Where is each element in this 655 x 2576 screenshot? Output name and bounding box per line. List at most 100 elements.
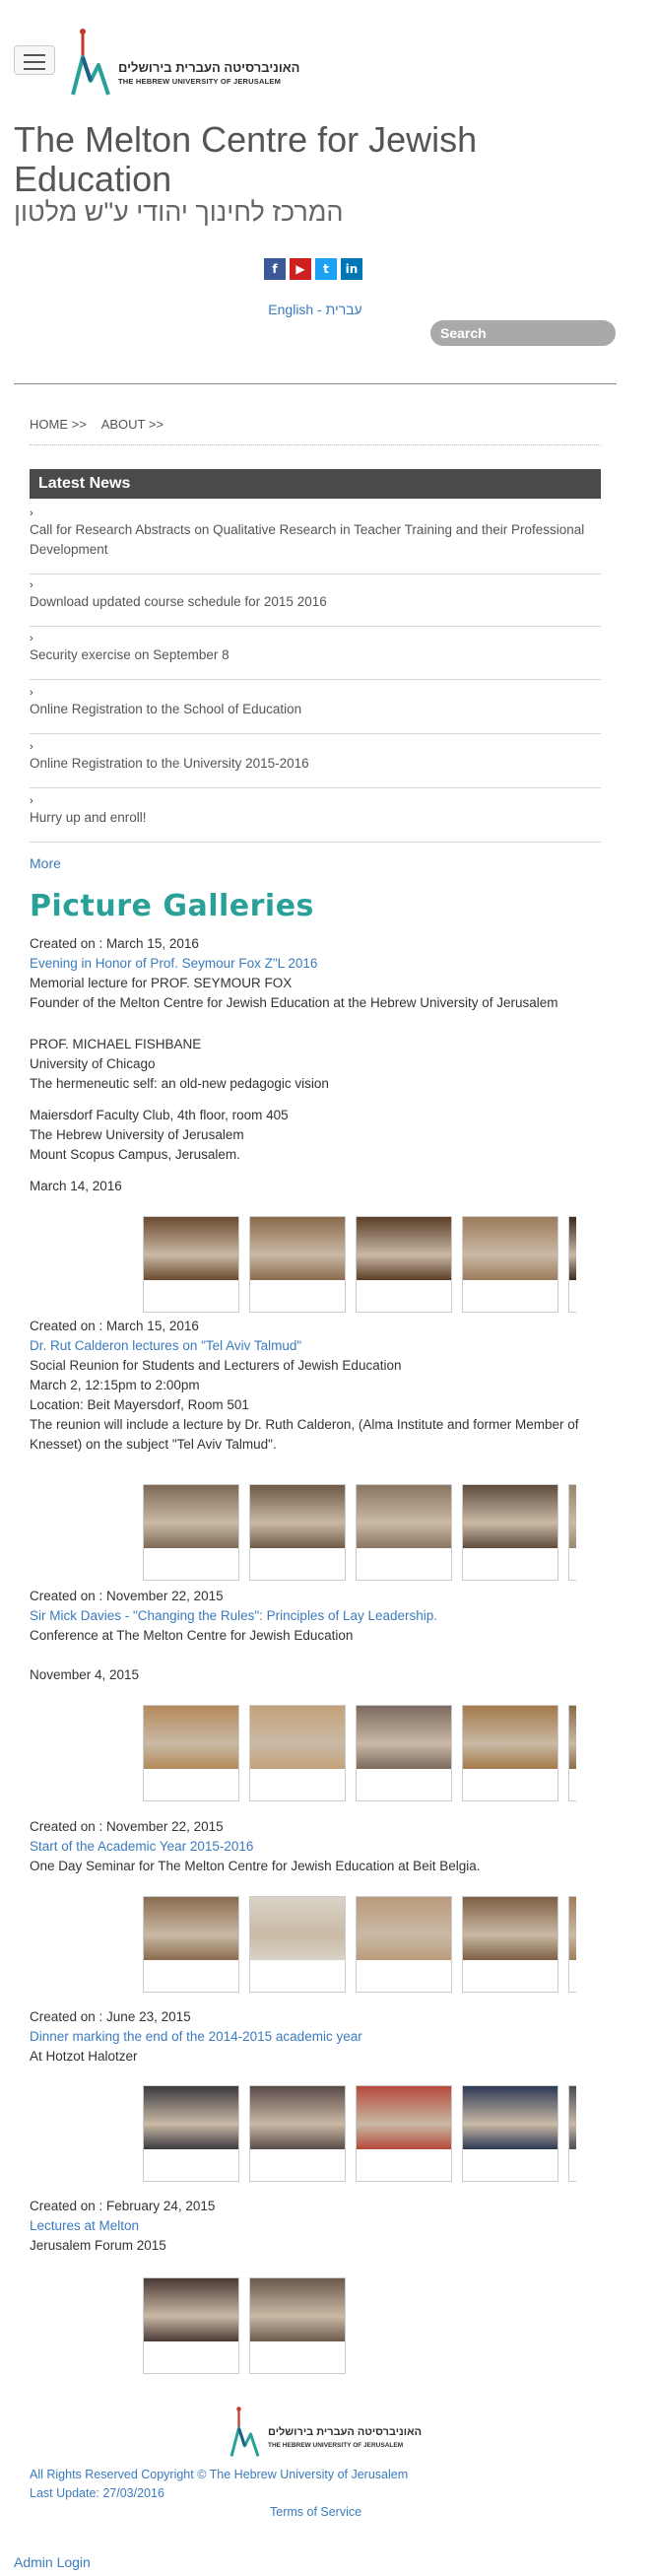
university-emblem-icon [71,29,110,96]
gallery-thumbnail[interactable] [143,1896,239,1993]
chevron-right-icon: › [30,633,33,644]
photo-image [357,2086,451,2149]
gallery-description-line: The reunion will include a lecture by Dr… [30,1417,579,1452]
gallery-created-date: Created on : November 22, 2015 [30,1819,224,1834]
breadcrumb-home[interactable]: HOME >> [30,417,87,432]
page-title: The Melton Centre for Jewish Education [14,119,478,199]
gallery-thumbnail[interactable] [249,1896,346,1993]
lang-separator: - [313,302,326,317]
news-item[interactable]: › Download updated course schedule for 20… [30,578,601,627]
gallery-description-line: Conference at The Melton Centre for Jewi… [30,1628,354,1643]
galleries-heading: Picture Galleries [30,889,314,923]
university-logo[interactable]: האוניברסיטה העברית בירושלים THE HEBREW U… [69,26,299,97]
gallery-thumbnail[interactable] [568,1216,576,1313]
gallery-thumbnail[interactable] [143,2085,239,2182]
more-news-link[interactable]: More [30,855,61,871]
lang-hebrew-link[interactable]: עברית [326,302,362,317]
gallery-thumbnail[interactable] [462,1705,558,1801]
breadcrumb-about[interactable]: ABOUT >> [101,417,164,432]
gallery-thumbnail[interactable] [462,1216,558,1313]
footer-logo-english: THE HEBREW UNIVERSITY OF JERUSALEM [268,2442,404,2449]
news-item-link[interactable]: Security exercise on September 8 [30,647,229,662]
gallery-description-line: One Day Seminar for The Melton Centre fo… [30,1859,481,1873]
gallery-title-link[interactable]: Lectures at Melton [30,2216,581,2236]
social-links: f ▶ t in [264,258,362,280]
news-item-link[interactable]: Online Registration to the School of Edu… [30,702,301,716]
gallery-title-link[interactable]: Evening in Honor of Prof. Seymour Fox Z"… [30,954,581,974]
youtube-icon[interactable]: ▶ [290,258,311,280]
gallery-title-link[interactable]: Dinner marking the end of the 2014-2015 … [30,2027,581,2047]
news-item[interactable]: › Call for Research Abstracts on Qualitat… [30,507,601,575]
gallery-description-line: Location: Beit Mayersdorf, Room 501 [30,1397,249,1412]
gallery-description-line: November 4, 2015 [30,1667,140,1682]
gallery-thumbnail[interactable] [143,1484,239,1581]
gallery-thumbnail[interactable] [249,2085,346,2182]
photo-image [463,2086,557,2149]
gallery-title-link[interactable]: Dr. Rut Calderon lectures on "Tel Aviv T… [30,1336,581,1356]
news-item[interactable]: › Hurry up and enroll! [30,794,601,843]
gallery-thumbnail[interactable] [462,1896,558,1993]
gallery-thumbnails [143,1216,576,1315]
photo-image [569,1706,576,1769]
gallery-thumbnail[interactable] [356,1896,452,1993]
photo-image [357,1706,451,1769]
gallery-created-date: Created on : March 15, 2016 [30,1319,199,1333]
footer-logo[interactable]: האוניברסיטה העברית בירושלים THE HEBREW U… [229,2403,422,2462]
twitter-icon[interactable]: t [315,258,337,280]
gallery-thumbnail[interactable] [568,1484,576,1581]
news-item-link[interactable]: Hurry up and enroll! [30,810,147,825]
photo-image [357,1897,451,1960]
gallery-description-line: PROF. MICHAEL FISHBANE [30,1037,202,1051]
photo-image [463,1897,557,1960]
gallery-description-line: March 14, 2016 [30,1179,122,1193]
photo-image [250,1485,345,1548]
lang-english-link[interactable]: English [268,302,313,317]
gallery-title-link[interactable]: Sir Mick Davies - "Changing the Rules": … [30,1606,581,1626]
news-item-link[interactable]: Download updated course schedule for 201… [30,594,327,609]
gallery-thumbnail[interactable] [143,1705,239,1801]
gallery-thumbnail[interactable] [462,2085,558,2182]
gallery-created-date: Created on : November 22, 2015 [30,1589,224,1603]
latest-news-heading: Latest News [30,469,601,499]
gallery-thumbnail[interactable] [568,1705,576,1801]
gallery-thumbnail[interactable] [249,1216,346,1313]
gallery-thumbnails [143,2085,576,2184]
gallery-thumbnail[interactable] [249,1484,346,1581]
photo-image [569,1485,576,1548]
news-item[interactable]: › Online Registration to the School of Ed… [30,686,601,734]
photo-image [144,1485,238,1548]
photo-image [463,1706,557,1769]
photo-image [144,2086,238,2149]
gallery-title-link[interactable]: Start of the Academic Year 2015-2016 [30,1837,581,1857]
gallery-thumbnail[interactable] [143,1216,239,1313]
gallery-thumbnail[interactable] [356,1484,452,1581]
copyright-text: All Rights Reserved Copyright © The Hebr… [30,2468,409,2481]
news-item-link[interactable]: Call for Research Abstracts on Qualitati… [30,522,584,557]
news-item-link[interactable]: Online Registration to the University 20… [30,756,309,771]
gallery-thumbnail[interactable] [249,1705,346,1801]
gallery-description-line: At Hotzot Halotzer [30,2049,138,2064]
search-input[interactable] [430,320,616,346]
news-item[interactable]: › Security exercise on September 8 [30,632,601,680]
gallery-thumbnail[interactable] [568,1896,576,1993]
terms-of-service-link[interactable]: Terms of Service [270,2505,361,2519]
gallery-thumbnails [143,1484,576,1583]
gallery-thumbnail[interactable] [356,2085,452,2182]
news-item[interactable]: › Online Registration to the University 2… [30,740,601,788]
gallery-thumbnail[interactable] [249,2277,346,2374]
gallery-thumbnail[interactable] [568,2085,576,2182]
hamburger-bar [24,68,45,70]
gallery-thumbnail[interactable] [462,1484,558,1581]
facebook-icon[interactable]: f [264,258,286,280]
admin-login-link[interactable]: Admin Login [14,2554,91,2570]
breadcrumb-divider [30,444,601,445]
photo-image [144,1217,238,1280]
photo-image [357,1217,451,1280]
gallery-thumbnail[interactable] [356,1216,452,1313]
menu-toggle-button[interactable] [14,45,55,75]
hamburger-bar [24,54,45,56]
gallery-thumbnail[interactable] [356,1705,452,1801]
linkedin-icon[interactable]: in [341,258,362,280]
logo-english-text: THE HEBREW UNIVERSITY OF JERUSALEM [118,77,282,86]
gallery-thumbnail[interactable] [143,2277,239,2374]
